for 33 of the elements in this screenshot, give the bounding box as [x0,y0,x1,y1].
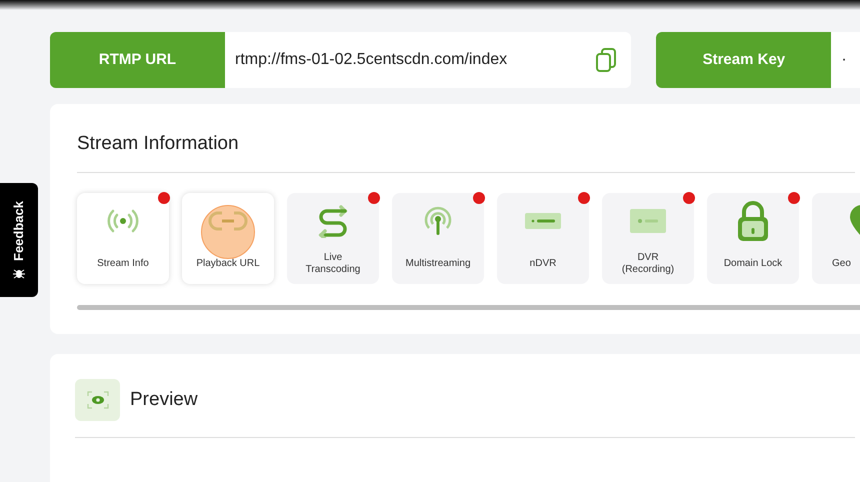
click-indicator [201,205,255,259]
tile-label: Multistreaming [405,258,471,270]
feedback-tab[interactable]: Feedback [0,183,38,297]
device-icon [525,213,561,229]
feature-tile[interactable]: DVR (Recording) [602,193,694,284]
padlock-icon [736,200,770,242]
eye-icon [86,391,108,409]
field-label: Stream Key [656,32,832,88]
feature-tile[interactable]: Multistreaming [392,193,484,284]
section-title: Stream Information [77,132,240,156]
tile-label: Playback URL [196,258,260,270]
feature-tile[interactable]: nDVR [497,193,589,284]
tile-label: Geo [832,258,851,270]
url-field[interactable]: · [831,32,860,88]
feature-tile[interactable]: Geo [812,193,860,284]
feature-tile[interactable]: Live Transcoding [287,193,379,284]
feedback-label: Feedback [10,201,28,261]
tile-label: Domain Lock [724,258,782,270]
horizontal-scrollbar[interactable] [77,305,860,310]
link-icon [208,209,248,233]
tile-label: Stream Info [97,258,149,270]
url-field[interactable]: rtmp://fms-01-02.5centscdn.com/index [225,32,596,88]
feature-tile[interactable]: Stream Info [77,193,169,284]
feature-tile[interactable]: Playback URL [182,193,274,284]
tile-label: DVR (Recording) [622,252,674,276]
field-label: RTMP URL [50,32,225,88]
copy-icon[interactable] [595,47,618,73]
section-title: Preview [130,388,198,412]
feature-tile[interactable]: Domain Lock [707,193,799,284]
tile-label: Live Transcoding [306,252,360,276]
bug-icon [13,266,25,279]
tile-label: nDVR [530,258,556,270]
recording-icon [630,209,666,233]
